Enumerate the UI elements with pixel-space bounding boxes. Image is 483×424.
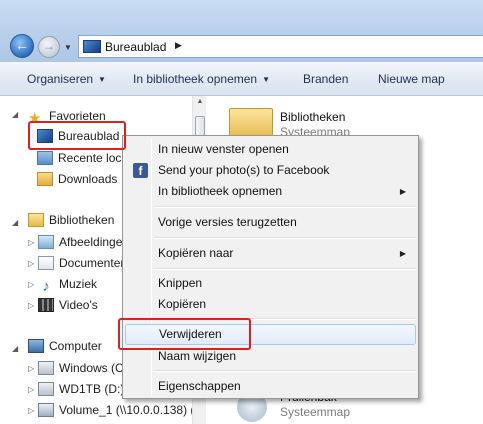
nav-documents[interactable]: Documenten: [38, 253, 127, 273]
nav-drive-c[interactable]: Windows (C:): [38, 358, 131, 378]
expand-arrow-icon[interactable]: ▷: [28, 301, 34, 310]
submenu-arrow-icon: ▶: [399, 249, 406, 258]
include-library-button[interactable]: In bibliotheek opnemen ▼: [133, 72, 270, 86]
expand-arrow-icon[interactable]: ▷: [28, 364, 34, 373]
menu-properties[interactable]: Eigenschappen: [125, 376, 416, 397]
pictures-icon: [38, 235, 54, 249]
nav-music-label: Muziek: [59, 277, 98, 291]
menu-separator: [154, 237, 416, 239]
nav-downloads[interactable]: Downloads: [37, 169, 117, 189]
nav-videos-label: Video's: [59, 298, 98, 312]
command-toolbar: Organiseren ▼ In bibliotheek opnemen ▼ Bra…: [0, 62, 483, 96]
menu-item-label: Kopiëren naar: [158, 246, 234, 260]
nav-drive-d[interactable]: WD1TB (D:): [38, 379, 124, 399]
address-location[interactable]: Bureaublad: [105, 40, 166, 54]
nav-pictures-label: Afbeeldingen: [59, 235, 130, 249]
nav-downloads-label: Downloads: [58, 172, 118, 186]
title-bar: ← → ▼ Bureaublad ▶: [0, 0, 483, 62]
arrow-right-icon: →: [43, 39, 55, 53]
new-folder-button[interactable]: Nieuwe map: [378, 72, 445, 86]
chevron-down-icon: ▼: [262, 75, 271, 84]
windows-drive-icon: [38, 361, 54, 375]
context-menu: In nieuw venster openen f Send your phot…: [122, 135, 419, 399]
menu-send-facebook[interactable]: f Send your photo(s) to Facebook: [125, 160, 416, 181]
downloads-folder-icon: [37, 172, 53, 186]
documents-icon: [38, 256, 54, 270]
scroll-up-arrow-icon[interactable]: ▲: [194, 98, 206, 110]
menu-item-label: Knippen: [158, 276, 203, 290]
expander-icon[interactable]: ◢: [12, 218, 18, 227]
menu-item-label: Eigenschappen: [158, 379, 241, 393]
expander-icon[interactable]: ◢: [12, 110, 18, 119]
menu-open-new-window[interactable]: In nieuw venster openen: [125, 139, 416, 160]
expand-arrow-icon[interactable]: ▷: [28, 385, 34, 394]
menu-item-label: Kopiëren: [158, 297, 207, 311]
menu-cut[interactable]: Knippen: [125, 273, 416, 294]
organize-button[interactable]: Organiseren ▼: [27, 72, 106, 86]
recycle-bin-type: Systeemmap: [280, 405, 351, 419]
arrow-left-icon: ←: [15, 37, 29, 53]
expand-arrow-icon[interactable]: ▷: [28, 259, 34, 268]
chevron-down-icon: ▼: [98, 75, 106, 84]
desktop-icon: [83, 40, 101, 53]
annotation-desktop-highlight: [28, 121, 126, 150]
annotation-delete-highlight: [118, 318, 251, 350]
libraries-icon: [28, 213, 44, 227]
nav-libraries-label: Bibliotheken: [49, 213, 115, 227]
menu-item-label: In bibliotheek opnemen: [158, 184, 283, 198]
libraries-item-name[interactable]: Bibliotheken: [280, 110, 345, 124]
menu-copy[interactable]: Kopiëren: [125, 294, 416, 315]
nav-videos[interactable]: Video's: [38, 295, 98, 315]
hard-drive-icon: [38, 382, 54, 396]
nav-libraries[interactable]: Bibliotheken: [28, 210, 114, 230]
nav-computer-label: Computer: [49, 339, 102, 353]
burn-button[interactable]: Branden: [303, 72, 348, 86]
breadcrumb-chevron-icon[interactable]: ▶: [175, 40, 182, 51]
address-bar[interactable]: Bureaublad ▶: [78, 35, 483, 58]
expand-arrow-icon[interactable]: ▷: [28, 406, 34, 415]
menu-separator: [154, 268, 416, 270]
nav-documents-label: Documenten: [59, 256, 128, 270]
forward-button[interactable]: →: [38, 36, 60, 58]
menu-copy-to[interactable]: Kopiëren naar ▶: [125, 243, 416, 264]
menu-restore-versions[interactable]: Vorige versies terugzetten: [125, 212, 416, 233]
recent-places-icon: [37, 151, 53, 165]
burn-label: Branden: [303, 72, 349, 86]
nav-drive-c-label: Windows (C:): [59, 361, 132, 375]
nav-pictures[interactable]: Afbeeldingen: [38, 232, 129, 252]
video-film-icon: [38, 298, 54, 312]
submenu-arrow-icon: ▶: [399, 187, 406, 196]
nav-network-drive-label: Volume_1 (\\10.0.0.138) (: [59, 403, 195, 417]
menu-include-library[interactable]: In bibliotheek opnemen ▶: [125, 181, 416, 202]
computer-icon: [28, 339, 44, 353]
network-drive-icon: [38, 403, 54, 417]
organize-label: Organiseren: [27, 72, 94, 86]
menu-item-label: In nieuw venster openen: [158, 142, 289, 156]
back-button[interactable]: ←: [10, 34, 34, 58]
nav-music[interactable]: ♪ Muziek: [38, 274, 97, 294]
recent-pages-dropdown[interactable]: ▼: [64, 43, 72, 52]
music-note-icon: ♪: [42, 278, 50, 295]
menu-item-label: Vorige versies terugzetten: [158, 215, 297, 229]
nav-network-drive[interactable]: Volume_1 (\\10.0.0.138) (: [38, 400, 194, 420]
expand-arrow-icon[interactable]: ▷: [28, 238, 34, 247]
expand-arrow-icon[interactable]: ▷: [28, 280, 34, 289]
menu-separator: [154, 370, 416, 372]
expander-icon[interactable]: ◢: [12, 344, 18, 353]
facebook-icon: f: [133, 163, 148, 178]
menu-item-label: Send your photo(s) to Facebook: [158, 163, 330, 177]
nav-drive-d-label: WD1TB (D:): [59, 382, 125, 396]
nav-computer[interactable]: Computer: [28, 336, 102, 356]
menu-separator: [154, 206, 416, 208]
menu-item-label: Naam wijzigen: [158, 349, 237, 363]
new-folder-label: Nieuwe map: [378, 72, 445, 86]
include-library-label: In bibliotheek opnemen: [133, 72, 258, 86]
